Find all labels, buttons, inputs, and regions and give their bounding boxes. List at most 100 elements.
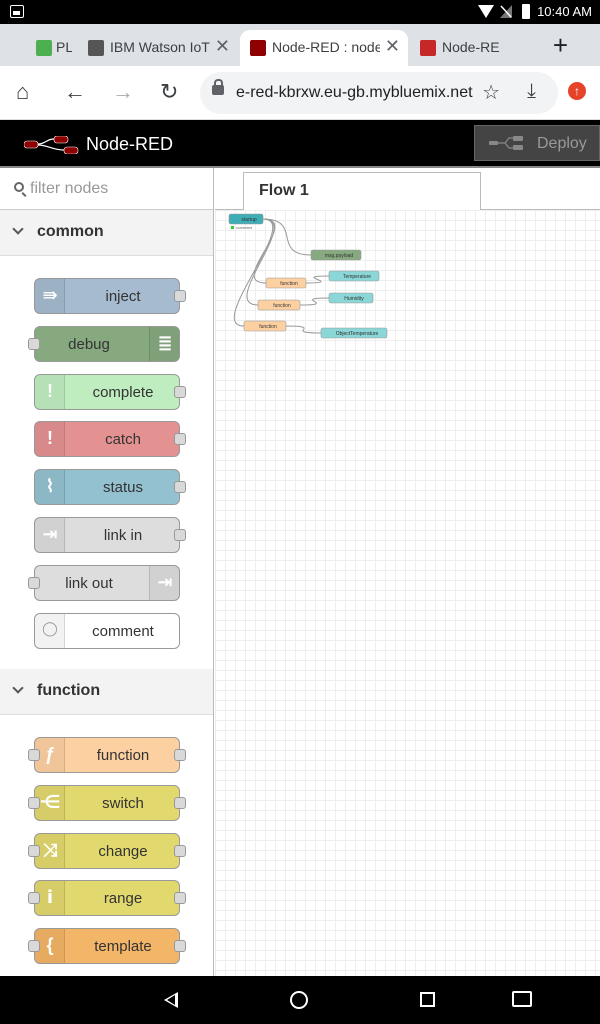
- palette-node-label: catch: [105, 431, 141, 448]
- palette-node-label: link out: [65, 575, 113, 592]
- close-tab-icon[interactable]: ✕: [215, 36, 230, 57]
- output-port[interactable]: [174, 433, 186, 445]
- status-time: 10:40 AM: [537, 4, 592, 19]
- flow-node-label: startup: [241, 217, 257, 223]
- palette-node-label: inject: [105, 288, 141, 305]
- lock-icon: [212, 79, 224, 95]
- input-port[interactable]: [28, 749, 40, 761]
- flow-node[interactable]: msg.payload: [310, 249, 362, 261]
- palette-node-label: template: [94, 938, 152, 955]
- flow-node[interactable]: Humidity: [328, 292, 374, 304]
- tab-label: Node-RED: [442, 39, 500, 55]
- flow-wire[interactable]: [246, 218, 275, 306]
- palette-node-link-in[interactable]: ⇥ link in: [34, 517, 186, 553]
- flow-node[interactable]: startup connected: [228, 213, 264, 230]
- category-header-function[interactable]: function: [0, 669, 213, 715]
- input-port[interactable]: [28, 577, 40, 589]
- input-port[interactable]: [28, 845, 40, 857]
- output-port[interactable]: [174, 386, 186, 398]
- tab-flow-1[interactable]: Flow 1: [243, 172, 481, 211]
- nav-recents-icon[interactable]: [420, 992, 435, 1007]
- rotate-screen-icon[interactable]: [512, 991, 532, 1007]
- browser-tab-pl[interactable]: PL: [28, 30, 72, 66]
- palette-node-change[interactable]: ⤨ change: [28, 833, 186, 869]
- status-dot-icon: [231, 226, 234, 229]
- star-icon[interactable]: ☆: [482, 80, 500, 105]
- home-icon[interactable]: ⌂: [16, 80, 29, 104]
- address-bar[interactable]: e-red-kbrxw.eu-gb.mybluemix.net ☆ ⤓: [200, 72, 558, 114]
- palette-node-catch[interactable]: ! catch: [34, 421, 186, 457]
- forward-icon[interactable]: →: [112, 80, 134, 104]
- palette-node-label: switch: [102, 795, 144, 812]
- browser-tab-watson[interactable]: IBM Watson IoT ✕: [78, 30, 238, 66]
- palette-node-label: complete: [92, 384, 154, 401]
- flow-node-label: function: [280, 281, 298, 287]
- flow-node[interactable]: function: [265, 277, 307, 289]
- output-port[interactable]: [174, 290, 186, 302]
- search-icon: [14, 182, 24, 192]
- flow-wire[interactable]: [305, 275, 330, 284]
- output-port[interactable]: [174, 749, 186, 761]
- flow-tab-label: Flow 1: [259, 182, 309, 199]
- palette-node-label: comment: [92, 623, 154, 640]
- back-icon[interactable]: ←: [64, 80, 86, 104]
- palette-node-range[interactable]: ⅰ range: [28, 880, 186, 916]
- flow-wire[interactable]: [285, 325, 322, 334]
- input-port[interactable]: [28, 892, 40, 904]
- palette-node-complete[interactable]: ! complete: [34, 374, 186, 410]
- browser-tab-node-red-active[interactable]: Node-RED : node ✕: [240, 30, 408, 66]
- output-port[interactable]: [174, 481, 186, 493]
- palette-node-debug[interactable]: ≣ debug: [28, 326, 180, 362]
- list-icon: ≣: [149, 327, 179, 361]
- palette-node-status[interactable]: ⌇ status: [34, 469, 186, 505]
- deploy-button[interactable]: Deploy: [474, 125, 600, 161]
- status-bar: 10:40 AM: [0, 0, 600, 24]
- palette-node-function[interactable]: ƒ function: [28, 737, 186, 773]
- palette-node-label: status: [102, 479, 144, 496]
- screen: 10:40 AM PL IBM Watson IoT ✕ Node-RED : …: [0, 0, 600, 1024]
- input-port[interactable]: [28, 338, 40, 350]
- flow-node-label: Temperature: [343, 274, 371, 280]
- battery-icon: [522, 4, 530, 19]
- palette-node-inject[interactable]: ⇛ inject: [34, 278, 186, 314]
- flow-node[interactable]: ObjectTemperature: [320, 327, 388, 339]
- palette-node-switch[interactable]: ⋲ switch: [28, 785, 186, 821]
- flow-graph: startup connected msg.payload function Tempe…: [228, 213, 388, 339]
- nav-home-icon[interactable]: [290, 991, 308, 1009]
- palette-node-template[interactable]: {template: [28, 928, 186, 964]
- filter-nodes-input[interactable]: [30, 178, 206, 200]
- flow-node[interactable]: function: [257, 299, 301, 311]
- category-header-common[interactable]: common: [0, 210, 213, 256]
- input-port[interactable]: [28, 940, 40, 952]
- flow-node[interactable]: Temperature: [328, 270, 380, 282]
- output-port[interactable]: [174, 940, 186, 952]
- output-port[interactable]: [174, 797, 186, 809]
- category-label: function: [37, 682, 101, 699]
- output-port[interactable]: [174, 529, 186, 541]
- flow-wire[interactable]: [299, 297, 330, 306]
- output-port[interactable]: [174, 892, 186, 904]
- palette-node-link-out[interactable]: ⇥ link out: [28, 565, 180, 601]
- browser-tab-node-red[interactable]: Node-RED: [410, 30, 528, 66]
- update-icon[interactable]: ↑: [568, 82, 586, 100]
- palette-node-comment[interactable]: ◯ comment: [34, 613, 180, 649]
- android-nav-bar: [0, 976, 600, 1024]
- new-tab-icon[interactable]: +: [553, 30, 568, 61]
- workspace-tabs: Flow 1: [215, 168, 600, 211]
- browser-tab-strip: PL IBM Watson IoT ✕ Node-RED : node ✕ No…: [0, 24, 600, 66]
- flow-canvas[interactable]: startup connected msg.payload function Tempe…: [215, 210, 600, 976]
- link-in-icon: ⇥: [35, 518, 65, 552]
- flow-node-label: ObjectTemperature: [336, 331, 379, 337]
- download-icon[interactable]: ⤓: [527, 80, 536, 103]
- input-port[interactable]: [28, 797, 40, 809]
- flow-node[interactable]: function: [243, 320, 287, 332]
- exclamation-icon: !: [35, 375, 65, 409]
- reload-icon[interactable]: ↻: [160, 80, 178, 104]
- flow-wire[interactable]: [262, 218, 312, 256]
- nav-back-icon[interactable]: [164, 992, 178, 1008]
- flow-node-label: function: [259, 324, 277, 330]
- output-port[interactable]: [174, 845, 186, 857]
- pulse-icon: ⌇: [35, 470, 65, 504]
- tab-favicon-icon: [250, 40, 266, 56]
- close-tab-icon[interactable]: ✕: [385, 36, 400, 57]
